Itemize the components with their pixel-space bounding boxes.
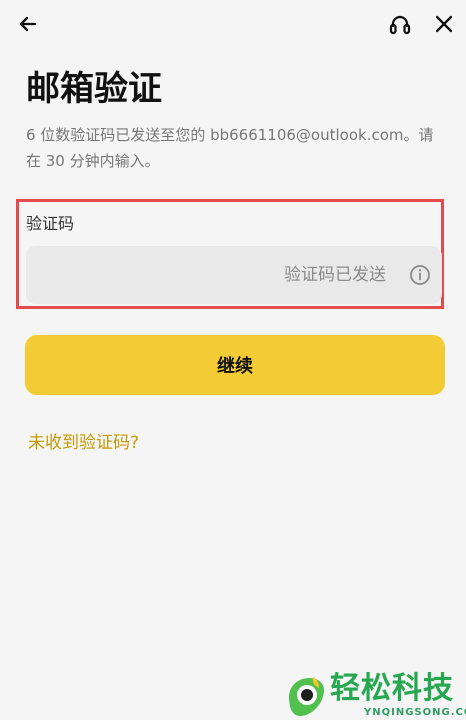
watermark-domain: YNQINGSONG.COM [364, 707, 466, 718]
verification-description: 6 位数验证码已发送至您的 bb6661106@outlook.com。请在 3… [26, 126, 434, 170]
page-title: 邮箱验证 [26, 69, 162, 109]
back-arrow-icon [19, 16, 37, 32]
close-button[interactable] [430, 10, 458, 38]
watermark: 轻松科技 YNQINGSONG.COM [282, 669, 466, 720]
verification-code-label: 验证码 [26, 214, 75, 233]
close-icon [435, 15, 453, 33]
continue-button[interactable]: 继续 [25, 335, 445, 395]
resend-code-link[interactable]: 未收到验证码? [28, 431, 139, 455]
back-button[interactable] [14, 10, 42, 38]
info-icon [410, 265, 430, 285]
watermark-logo-icon [289, 677, 324, 716]
top-bar [0, 0, 466, 50]
watermark-brand-name: 轻松科技 [330, 671, 454, 706]
email-verification-page: 邮箱验证 6 位数验证码已发送至您的 bb6661106@outlook.com… [0, 0, 466, 720]
verification-code-input[interactable] [26, 246, 442, 304]
info-button[interactable] [408, 263, 432, 287]
customer-support-button[interactable] [386, 11, 414, 39]
headset-icon [389, 15, 411, 35]
